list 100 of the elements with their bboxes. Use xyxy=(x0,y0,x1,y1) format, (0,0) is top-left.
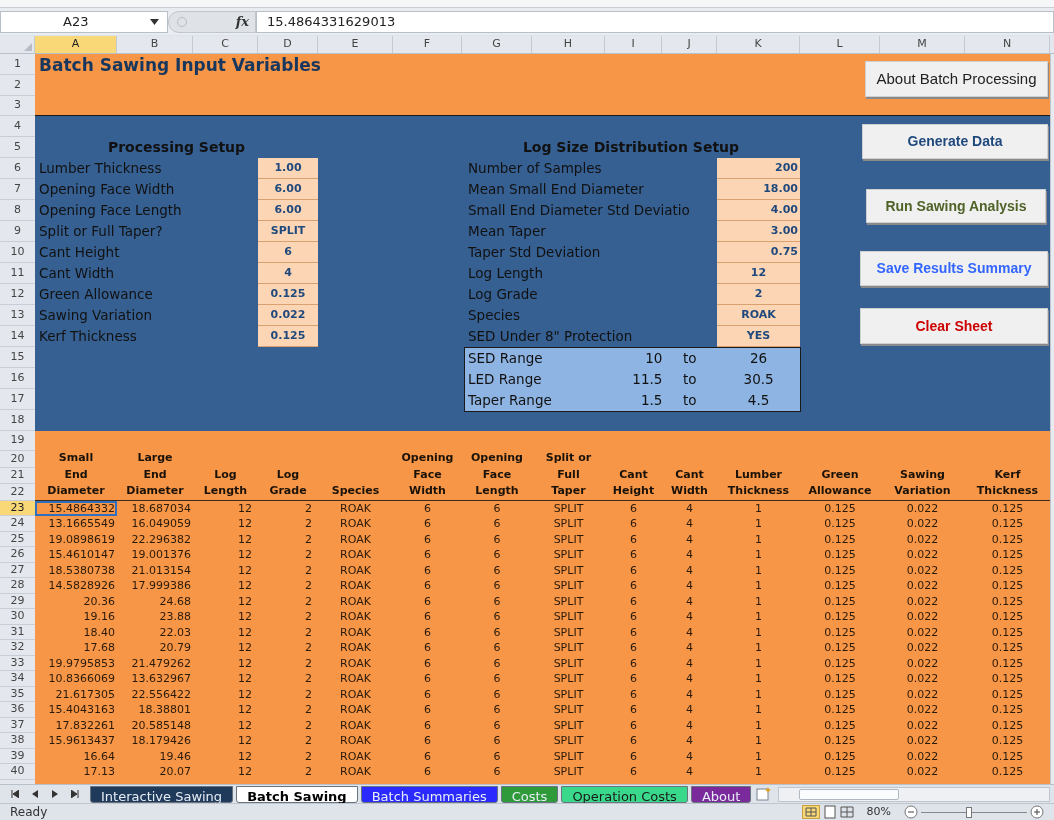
table-cell-text: 12 xyxy=(237,516,253,532)
table-cell-text: 0.022 xyxy=(905,578,940,594)
table-cell-text: 0.125 xyxy=(823,578,857,594)
insert-function-button[interactable]: fx xyxy=(235,11,249,32)
table-cell-text: 6 xyxy=(492,764,502,780)
input-cell[interactable]: 3.00 xyxy=(717,221,800,242)
formula-field[interactable]: 15.4864331629013 xyxy=(256,10,1054,33)
normal-view-icon[interactable] xyxy=(801,805,820,819)
column-header[interactable]: A xyxy=(35,36,117,53)
first-sheet-icon[interactable] xyxy=(10,790,19,798)
table-cell-text: 6 xyxy=(492,686,502,702)
vertical-scrollbar[interactable] xyxy=(1050,54,1054,784)
column-header[interactable]: N xyxy=(965,36,1050,53)
column-header[interactable]: K xyxy=(717,36,800,53)
column-header[interactable]: E xyxy=(318,36,393,53)
table-cell-text: 1 xyxy=(754,655,763,671)
zoom-in-icon[interactable] xyxy=(1030,805,1044,819)
table-cell-text: 6 xyxy=(492,531,502,547)
sheet-tab[interactable]: Operation Costs xyxy=(561,785,688,803)
column-header[interactable]: F xyxy=(393,36,462,53)
table-cell-text: 13.1665549 xyxy=(47,516,116,532)
table-cell-text: 0.125 xyxy=(990,593,1025,609)
column-header[interactable]: M xyxy=(880,36,965,53)
macro-button[interactable]: About Batch Processing xyxy=(865,61,1048,97)
table-cell-text: 10.8366069 xyxy=(47,671,116,687)
input-cell[interactable]: 0.022 xyxy=(258,305,318,326)
horizontal-scrollbar[interactable] xyxy=(778,786,1050,802)
column-header[interactable]: C xyxy=(193,36,258,53)
table-cell-text: 22.03 xyxy=(158,624,192,640)
input-cell[interactable]: 0.75 xyxy=(717,242,800,263)
column-heading: Lumber Thickness xyxy=(727,466,790,499)
table-cell-text: 0.022 xyxy=(905,609,940,625)
column-header[interactable]: I xyxy=(605,36,662,53)
input-cell[interactable]: 4.00 xyxy=(717,200,800,221)
input-cell[interactable]: 0.125 xyxy=(258,284,318,305)
scroll-thumb[interactable] xyxy=(799,788,900,800)
zoom-out-icon[interactable] xyxy=(904,805,918,819)
macro-button[interactable]: Generate Data xyxy=(862,124,1048,159)
input-cell[interactable]: 2 xyxy=(717,284,800,305)
insert-sheet-icon[interactable] xyxy=(756,787,773,801)
column-header[interactable]: D xyxy=(258,36,318,53)
page-break-icon[interactable] xyxy=(839,805,854,819)
table-cell-text: 0.022 xyxy=(905,748,940,764)
range-value: 1.5 xyxy=(639,391,663,411)
column-header[interactable]: G xyxy=(462,36,532,53)
sheet-tab[interactable]: Batch Sawing xyxy=(236,785,358,803)
table-cell-text: 1 xyxy=(754,686,763,702)
table-cell-text: 12 xyxy=(237,764,253,780)
table-cell-text: 18.38801 xyxy=(137,702,192,718)
table-cell-text: 4 xyxy=(685,624,694,640)
zoom-slider[interactable] xyxy=(921,806,1027,818)
table-cell-text: 22.296382 xyxy=(130,531,192,547)
sheet-tab[interactable]: About xyxy=(690,785,752,803)
table-cell-text: 0.125 xyxy=(823,547,857,563)
input-cell[interactable]: 200 xyxy=(717,158,800,179)
table-cell-text: SPLIT xyxy=(552,640,585,656)
macro-button[interactable]: Run Sawing Analysis xyxy=(866,189,1046,223)
zoom-slider-thumb[interactable] xyxy=(965,806,972,818)
table-cell-text: 0.022 xyxy=(905,655,940,671)
table-cell-text: ROAK xyxy=(339,578,372,594)
column-heading: Cant Height xyxy=(612,466,655,499)
input-cell[interactable]: YES xyxy=(717,326,800,347)
column-heading: Log Grade xyxy=(269,466,307,499)
macro-button[interactable]: Save Results Summary xyxy=(860,251,1048,286)
range-value: 4.5 xyxy=(746,391,771,411)
table-cell-text: 6 xyxy=(492,717,502,733)
input-cell[interactable]: 1.00 xyxy=(258,158,318,179)
name-box[interactable]: A23 xyxy=(0,10,168,33)
last-sheet-icon[interactable] xyxy=(71,790,80,798)
input-cell[interactable]: SPLIT xyxy=(258,221,318,242)
table-cell-text: 0.125 xyxy=(823,748,857,764)
sheet-tab[interactable]: Interactive Sawing xyxy=(90,785,234,803)
input-cell[interactable]: ROAK xyxy=(717,305,800,326)
sheet-tab[interactable]: Batch Summaries xyxy=(360,785,498,803)
table-cell-text: 6 xyxy=(629,640,638,656)
next-sheet-icon[interactable] xyxy=(51,790,58,798)
table-cell-text: ROAK xyxy=(339,562,372,578)
macro-button[interactable]: Clear Sheet xyxy=(860,308,1048,344)
table-cell-text: 2 xyxy=(304,593,313,609)
column-header[interactable]: L xyxy=(800,36,880,53)
table-cell-text: 0.125 xyxy=(990,717,1025,733)
table-cell-text: 0.125 xyxy=(823,640,857,656)
table-cell-text: 1 xyxy=(754,500,763,516)
input-cell[interactable]: 12 xyxy=(717,263,800,284)
table-cell-text: 2 xyxy=(304,702,313,718)
table-cell-text: 2 xyxy=(304,500,313,516)
table-cell-text: 19.46 xyxy=(158,748,192,764)
column-header[interactable]: H xyxy=(532,36,605,53)
input-cell[interactable]: 0.125 xyxy=(258,326,318,347)
input-cell[interactable]: 18.00 xyxy=(717,179,800,200)
input-cell[interactable]: 4 xyxy=(258,263,318,284)
zoom-level[interactable]: 80% xyxy=(866,803,891,820)
table-cell-text: 6 xyxy=(629,562,638,578)
page-layout-icon[interactable] xyxy=(822,805,837,819)
column-header[interactable]: J xyxy=(662,36,717,53)
column-header[interactable]: B xyxy=(117,36,193,53)
input-cell[interactable]: 6.00 xyxy=(258,179,318,200)
input-cell[interactable]: 6 xyxy=(258,242,318,263)
previous-sheet-icon[interactable] xyxy=(32,790,39,798)
input-cell[interactable]: 6.00 xyxy=(258,200,318,221)
